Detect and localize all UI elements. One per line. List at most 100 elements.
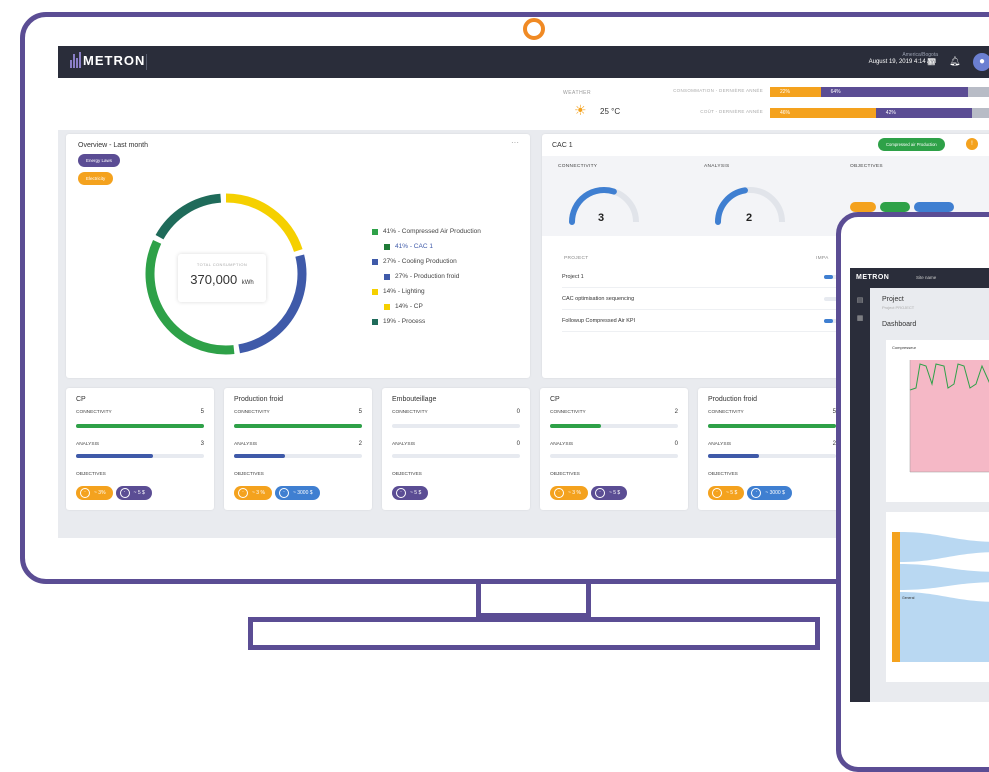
legend-item[interactable]: 27% - Cooling Production xyxy=(372,254,481,269)
legend-label: 41% - Compressed Air Production xyxy=(383,228,481,235)
site-card[interactable]: Embouteillage CONNECTIVITY 0 ANALYSIS 0 OBJEC… xyxy=(382,388,530,510)
legend-swatch xyxy=(384,243,390,250)
user-avatar-icon[interactable]: ● xyxy=(973,53,989,71)
legend-swatch xyxy=(384,273,390,280)
analysis-bar-fill xyxy=(234,454,286,458)
legend-item[interactable]: 19% - Process xyxy=(372,314,481,329)
objective-pill[interactable] xyxy=(914,202,954,212)
metron-logo[interactable]: METRON xyxy=(70,52,145,68)
analysis-bar xyxy=(392,454,520,458)
apps-grid-icon[interactable]: ▦ xyxy=(927,56,936,67)
site-card[interactable]: CP CONNECTIVITY 2 ANALYSIS 0 OBJECTIVES · ~ 3 %… xyxy=(540,388,688,510)
info-icon[interactable]: ! xyxy=(966,138,978,150)
current-datetime: August 19, 2019 4:14 AM xyxy=(868,59,936,65)
calendar-icon[interactable]: ▦ xyxy=(850,314,870,322)
tablet-topbar: METRON Site name xyxy=(850,268,989,288)
objectives-label: OBJECTIVES xyxy=(392,472,422,477)
objective-pill[interactable]: · ~ 5 $ xyxy=(392,486,429,500)
total-consumption-label: TOTAL CONSUMPTION xyxy=(196,262,248,267)
objective-pill[interactable] xyxy=(880,202,910,212)
legend-item[interactable]: 14% - Lighting xyxy=(372,284,481,299)
objective-icon: · xyxy=(751,488,762,498)
total-consumption-value: 370,000 xyxy=(190,272,238,287)
cac-objectives-label: OBJECTIVES xyxy=(850,164,883,169)
analysis-value: 2 xyxy=(358,441,362,447)
tablet-project-subtitle: Project PROJECT xyxy=(882,305,915,310)
filter-energy-laws[interactable]: Energy Laws xyxy=(78,154,121,167)
tablet-brand: METRON xyxy=(856,274,890,281)
objective-value: ~ 3000 $ xyxy=(292,490,313,496)
cac-title: CAC 1 xyxy=(552,142,573,149)
cac-connectivity-label: CONNECTIVITY xyxy=(558,164,598,169)
gauge-fill xyxy=(715,187,748,225)
objective-pill[interactable]: · ~ 3 % xyxy=(550,486,588,500)
analysis-bar xyxy=(550,454,678,458)
project-name: CAC optimisation sequencing xyxy=(562,296,635,302)
objective-pill[interactable] xyxy=(850,202,876,212)
objectives-list: · ~ 5 $ · ~ 3000 $ xyxy=(708,486,795,500)
sankey-source-label: General xyxy=(902,596,915,600)
legend-item[interactable]: 41% - Compressed Air Production xyxy=(372,224,481,239)
analysis-gauge xyxy=(715,187,785,225)
objective-value: ~ 5 $ xyxy=(726,490,738,496)
tablet-chart-card: Compresseur xyxy=(886,340,989,502)
bell-icon[interactable]: 🔔︎ xyxy=(949,56,960,67)
connectivity-bar xyxy=(392,424,520,428)
objective-icon: · xyxy=(80,488,90,498)
tablet-line-chart xyxy=(909,360,989,473)
tablet-site-name[interactable]: Site name xyxy=(916,275,936,280)
project-name: Project 1 xyxy=(562,274,584,280)
objective-pill[interactable]: · ~ 5 $ xyxy=(115,486,152,500)
consumption-bar[interactable]: 22% 64% xyxy=(770,87,989,97)
donut-segment xyxy=(225,193,303,253)
objective-pill[interactable]: · ~ 3% xyxy=(76,486,113,500)
connectivity-label: CONNECTIVITY xyxy=(392,410,428,415)
objective-pill[interactable]: · ~ 3 % xyxy=(234,486,272,500)
site-card-title: Embouteillage xyxy=(392,396,437,403)
project-impact-fill xyxy=(824,275,833,279)
legend-label: 41% - CAC 1 xyxy=(395,243,433,250)
bar-segment: 42% xyxy=(875,108,973,118)
objective-pill[interactable]: · ~ 5 $ xyxy=(708,486,745,500)
filter-electricity[interactable]: Electricity xyxy=(78,172,114,185)
chart-area xyxy=(910,360,989,472)
analysis-label: ANALYSIS xyxy=(234,442,258,447)
overview-title: Overview - Last month xyxy=(78,142,149,149)
bar-segment: 64% xyxy=(820,87,968,97)
site-card-title: CP xyxy=(550,396,560,403)
objective-pill[interactable]: · ~ 5 $ xyxy=(590,486,628,500)
tablet-project-title: Project xyxy=(882,296,904,303)
sun-cloud-icon: ☀ xyxy=(574,102,587,118)
objective-pill[interactable]: · ~ 3000 $ xyxy=(274,486,320,500)
site-card[interactable]: Production froid CONNECTIVITY 5 ANALYSIS 2 OB… xyxy=(698,388,846,510)
sankey-source-node xyxy=(892,532,900,662)
connectivity-bar xyxy=(708,424,836,428)
legend-item[interactable]: 41% - CAC 1 xyxy=(372,239,481,254)
connectivity-bar-fill xyxy=(76,424,204,428)
site-card[interactable]: Production froid CONNECTIVITY 5 ANALYSIS 2 OB… xyxy=(224,388,372,510)
connectivity-value: 2 xyxy=(674,409,678,415)
summary-header: WEATHER ☀ 25 °C CONSOMMATION - DERNIÈRE … xyxy=(58,78,989,130)
cac-category-badge[interactable]: Compressed air Production xyxy=(878,138,945,151)
legend-item[interactable]: 27% - Production froid xyxy=(372,269,481,284)
overview-card: Overview - Last month ··· Energy Laws El… xyxy=(66,134,530,378)
legend-item[interactable]: 14% - CP xyxy=(372,299,481,314)
weather-label: WEATHER xyxy=(563,90,592,96)
timezone-label: America/Bogota xyxy=(902,52,938,58)
overview-menu-icon[interactable]: ··· xyxy=(511,138,519,147)
legend-label: 27% - Production froid xyxy=(395,273,460,280)
cost-bar[interactable]: 46% 42% xyxy=(770,108,989,118)
objective-icon: · xyxy=(712,488,722,498)
analysis-label: ANALYSIS xyxy=(76,442,100,447)
objectives-label: OBJECTIVES xyxy=(550,472,580,477)
objectives-list: · ~ 3 % · ~ 5 $ xyxy=(550,486,630,500)
project-impact-fill xyxy=(824,319,833,323)
cac-analysis-label: ANALYSIS xyxy=(704,164,730,169)
connectivity-bar-fill xyxy=(550,424,602,428)
tablet-chart-title: Compresseur xyxy=(892,345,917,350)
divider xyxy=(146,54,147,70)
grid-icon[interactable]: ▤ xyxy=(850,296,870,304)
objective-pill[interactable]: · ~ 3000 $ xyxy=(747,486,792,500)
site-card[interactable]: CP CONNECTIVITY 5 ANALYSIS 3 OBJECTIVES · ~ 3% ·… xyxy=(66,388,214,510)
donut-segment xyxy=(155,193,222,240)
